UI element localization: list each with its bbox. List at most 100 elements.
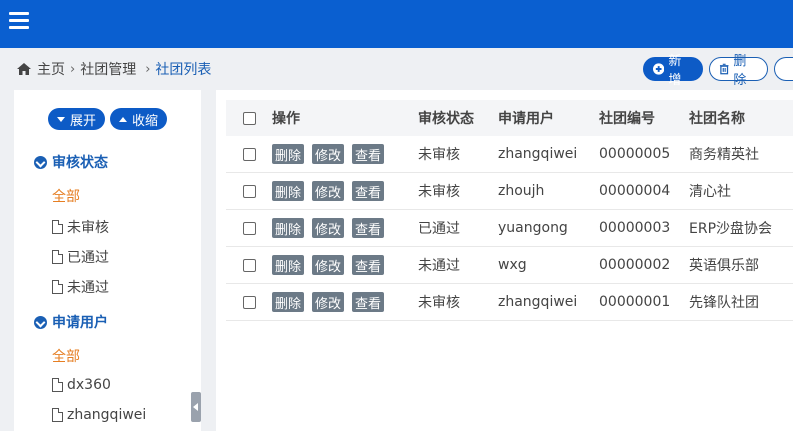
status-item-all[interactable]: 全部 — [52, 186, 80, 206]
row-status: 未审核 — [418, 147, 460, 163]
club-table: 操作 审核状态 申请用户 社团编号 社团名称 删除 修改 查看 未审核 zhan… — [226, 100, 793, 321]
doc-icon — [52, 250, 63, 264]
expand-collapse-controls: 展开 收缩 — [14, 108, 201, 130]
row-status: 已通过 — [418, 221, 460, 237]
header-check-cell — [226, 111, 272, 125]
status-item-pending[interactable]: 未审核 — [52, 217, 109, 237]
user-item-dx360[interactable]: dx360 — [52, 377, 111, 393]
collapse-button[interactable]: 收缩 — [110, 108, 168, 130]
item-label: 未通过 — [67, 280, 109, 296]
sidebar-collapse-handle[interactable] — [191, 392, 201, 422]
delete-button[interactable]: 删除 — [708, 54, 768, 88]
table-row: 删除 修改 查看 未审核 zhangqiwei 00000005 商务精英社 — [226, 136, 793, 173]
plus-circle-icon — [653, 63, 665, 75]
row-no: 00000001 — [599, 294, 671, 310]
add-button[interactable]: 新增 — [643, 54, 703, 88]
table-body: 删除 修改 查看 未审核 zhangqiwei 00000005 商务精英社 删… — [226, 136, 793, 321]
top-bar — [0, 0, 793, 48]
row-delete-button[interactable]: 删除 — [272, 292, 305, 312]
item-label: 已通过 — [67, 250, 109, 266]
status-item-approved[interactable]: 已通过 — [52, 247, 109, 267]
row-view-button[interactable]: 查看 — [352, 218, 385, 238]
status-item-rejected[interactable]: 未通过 — [52, 277, 109, 297]
table-row: 删除 修改 查看 未审核 zhoujh 00000004 清心社 — [226, 173, 793, 210]
row-checkbox[interactable] — [243, 221, 256, 235]
row-view-button[interactable]: 查看 — [352, 292, 385, 312]
row-ops: 删除 修改 查看 — [272, 144, 418, 164]
header-no[interactable]: 社团编号 — [599, 108, 689, 128]
row-user: yuangong — [498, 220, 568, 236]
row-name: ERP沙盘协会 — [689, 221, 773, 237]
chevron-circle-down-icon — [34, 155, 47, 169]
group-title: 审核状态 — [52, 155, 108, 171]
breadcrumb-current: 社团列表 — [155, 62, 212, 78]
breadcrumb-manage[interactable]: 社团管理 — [80, 59, 136, 79]
table-row: 删除 修改 查看 未审核 zhangqiwei 00000001 先锋队社团 — [226, 284, 793, 321]
row-edit-button[interactable]: 修改 — [312, 255, 345, 275]
row-view-button[interactable]: 查看 — [352, 144, 385, 164]
row-checkbox[interactable] — [243, 184, 256, 198]
caret-down-icon — [56, 116, 65, 122]
row-checkbox[interactable] — [243, 147, 256, 161]
table-row: 删除 修改 查看 已通过 yuangong 00000003 ERP沙盘协会 — [226, 210, 793, 247]
delete-button-label: 删除 — [733, 54, 747, 88]
doc-icon — [52, 280, 63, 294]
breadcrumb-separator: › — [145, 61, 151, 77]
group-title: 申请用户 — [52, 315, 108, 331]
hamburger-icon[interactable] — [9, 12, 29, 30]
row-check-cell — [226, 184, 272, 198]
row-delete-button[interactable]: 删除 — [272, 144, 305, 164]
expand-label: 展开 — [69, 113, 96, 129]
row-edit-button[interactable]: 修改 — [312, 218, 345, 238]
doc-icon — [52, 408, 63, 422]
main-panel: 操作 审核状态 申请用户 社团编号 社团名称 删除 修改 查看 未审核 zhan… — [216, 90, 793, 431]
row-edit-button[interactable]: 修改 — [312, 144, 345, 164]
doc-icon — [52, 220, 63, 234]
expand-button[interactable]: 展开 — [47, 108, 105, 130]
top-actions: 新增 删除 — [643, 54, 793, 88]
row-status: 未审核 — [418, 295, 460, 311]
row-view-button[interactable]: 查看 — [352, 181, 385, 201]
header-name[interactable]: 社团名称 — [689, 108, 793, 128]
table-header: 操作 审核状态 申请用户 社团编号 社团名称 — [226, 100, 793, 136]
user-item-all[interactable]: 全部 — [52, 346, 80, 366]
row-ops: 删除 修改 查看 — [272, 255, 418, 275]
row-edit-button[interactable]: 修改 — [312, 181, 345, 201]
row-check-cell — [226, 147, 272, 161]
row-view-button[interactable]: 查看 — [352, 255, 385, 275]
row-user: wxg — [498, 257, 527, 273]
row-checkbox[interactable] — [243, 258, 256, 272]
row-status: 未通过 — [418, 258, 460, 274]
row-delete-button[interactable]: 删除 — [272, 218, 305, 238]
row-status: 未审核 — [418, 184, 460, 200]
user-item-zhangqiwei[interactable]: zhangqiwei — [52, 407, 146, 423]
header-status[interactable]: 审核状态 — [418, 108, 498, 128]
item-label: 未审核 — [67, 220, 109, 236]
row-no: 00000003 — [599, 220, 671, 236]
item-label: dx360 — [67, 377, 111, 393]
row-delete-button[interactable]: 删除 — [272, 181, 305, 201]
doc-icon — [52, 378, 63, 392]
breadcrumb-home[interactable]: 主页 — [37, 59, 65, 79]
header-user[interactable]: 申请用户 — [498, 108, 599, 128]
group-applicant[interactable]: 申请用户 — [34, 312, 108, 332]
collapse-label: 收缩 — [132, 113, 159, 129]
add-button-label: 新增 — [668, 54, 682, 88]
home-icon[interactable] — [16, 62, 32, 76]
row-edit-button[interactable]: 修改 — [312, 292, 345, 312]
row-ops: 删除 修改 查看 — [272, 181, 418, 201]
header-ops: 操作 — [272, 111, 300, 127]
group-review-status[interactable]: 审核状态 — [34, 152, 108, 172]
row-user: zhoujh — [498, 183, 545, 199]
row-user: zhangqiwei — [498, 146, 578, 162]
row-name: 先锋队社团 — [689, 295, 759, 311]
more-button[interactable] — [773, 57, 793, 81]
select-all-checkbox[interactable] — [243, 111, 256, 125]
row-user: zhangqiwei — [498, 294, 578, 310]
trash-icon — [719, 63, 729, 75]
row-check-cell — [226, 258, 272, 272]
row-checkbox[interactable] — [243, 295, 256, 309]
breadcrumb-separator: › — [70, 61, 76, 77]
row-delete-button[interactable]: 删除 — [272, 255, 305, 275]
filter-sidebar: 展开 收缩 审核状态 全部 未审核 已通过 未通过 申请用户 全部 dx360 … — [14, 90, 201, 431]
